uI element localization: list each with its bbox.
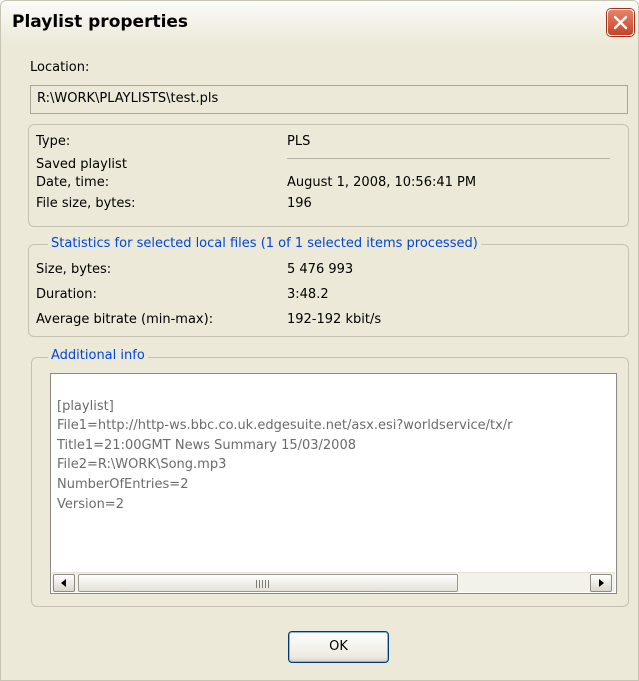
window-title: Playlist properties xyxy=(12,12,189,32)
statistics-legend: Statistics for selected local files (1 o… xyxy=(48,236,481,251)
type-label: Type: xyxy=(36,134,71,149)
scroll-left-button[interactable] xyxy=(53,574,75,592)
horizontal-scrollbar[interactable] xyxy=(52,572,615,592)
arrow-left-icon xyxy=(61,579,66,587)
location-label: Location: xyxy=(30,60,90,75)
playlist-properties-dialog: Playlist properties Location: R:\WORK\PL… xyxy=(0,0,639,681)
info-line: Title1=21:00GMT News Summary 15/03/2008 xyxy=(57,437,356,453)
bitrate-label: Average bitrate (min-max): xyxy=(36,312,214,327)
additional-info-textarea[interactable]: [playlist] File1=http://http-ws.bbc.co.uk… xyxy=(50,373,617,594)
duration-label: Duration: xyxy=(36,287,97,302)
duration-value: 3:48.2 xyxy=(287,287,329,302)
additional-info-legend: Additional info xyxy=(48,348,148,363)
saved-playlist-label: Saved playlist xyxy=(36,157,127,172)
bitrate-value: 192-192 kbit/s xyxy=(287,312,382,327)
location-field[interactable]: R:\WORK\PLAYLISTS\test.pls xyxy=(30,85,628,114)
info-line: Version=2 xyxy=(57,496,124,512)
type-value: PLS xyxy=(287,134,311,149)
location-value: R:\WORK\PLAYLISTS\test.pls xyxy=(37,91,219,106)
additional-info-text: [playlist] File1=http://http-ws.bbc.co.uk… xyxy=(57,377,513,553)
date-time-label: Date, time: xyxy=(36,175,110,190)
scroll-right-button[interactable] xyxy=(590,574,612,592)
info-line: [playlist] xyxy=(57,398,114,414)
close-icon xyxy=(613,15,628,30)
info-line: File2=R:\WORK\Song.mp3 xyxy=(57,457,227,473)
file-size-value: 196 xyxy=(287,196,312,211)
stat-size-value: 5 476 993 xyxy=(287,262,354,277)
arrow-right-icon xyxy=(599,579,604,587)
title-bar[interactable]: Playlist properties xyxy=(1,1,638,44)
info-line: NumberOfEntries=2 xyxy=(57,476,189,492)
close-button[interactable] xyxy=(607,9,634,36)
stat-size-label: Size, bytes: xyxy=(36,262,112,277)
grip-icon xyxy=(256,580,270,588)
file-size-label: File size, bytes: xyxy=(36,196,136,211)
scroll-thumb[interactable] xyxy=(78,574,458,592)
separator xyxy=(287,158,610,159)
ok-button[interactable]: OK xyxy=(288,631,389,663)
date-time-value: August 1, 2008, 10:56:41 PM xyxy=(287,175,477,190)
info-line: File1=http://http-ws.bbc.co.uk.edgesuite… xyxy=(57,418,513,434)
